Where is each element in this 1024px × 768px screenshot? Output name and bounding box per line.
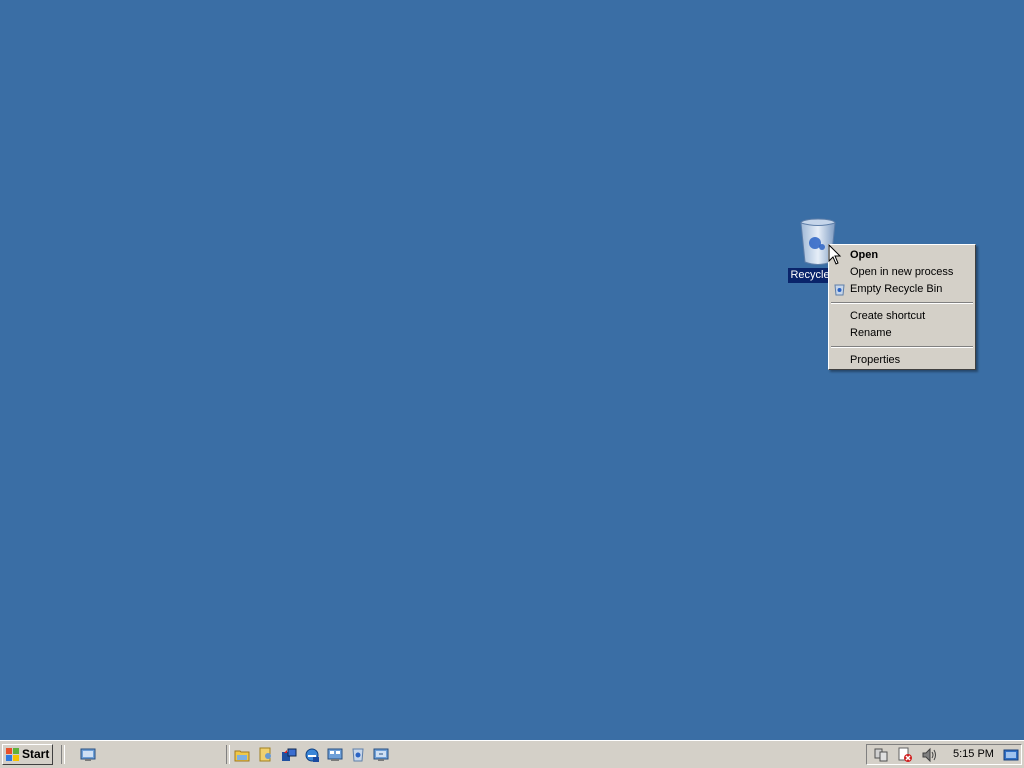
remote-desktop-icon[interactable] [373, 747, 389, 763]
mouse-cursor-icon [828, 243, 842, 266]
start-button[interactable]: Start [2, 744, 53, 765]
security-alert-icon[interactable] [897, 747, 913, 763]
menu-item-create-shortcut[interactable]: Create shortcut [829, 308, 975, 325]
windows-logo-icon [6, 748, 20, 761]
desktop[interactable]: Recycle Open Open in new process Empty R… [0, 0, 1024, 740]
volume-icon[interactable] [921, 747, 937, 763]
server-manager-icon[interactable] [281, 747, 297, 763]
explorer-icon[interactable] [234, 747, 250, 763]
context-menu: Open Open in new process Empty Recycle B… [828, 244, 976, 370]
menu-item-label: Empty Recycle Bin [850, 283, 943, 295]
desktop-tray-icon[interactable] [1003, 747, 1019, 763]
menu-item-open-in-new-process[interactable]: Open in new process [829, 264, 975, 281]
clock[interactable]: 5:15 PM [953, 745, 994, 764]
menu-item-properties[interactable]: Properties [829, 352, 975, 369]
menu-item-open[interactable]: Open [829, 247, 975, 264]
menu-item-empty-recycle-bin[interactable]: Empty Recycle Bin [829, 281, 975, 298]
console-icon[interactable] [327, 747, 343, 763]
taskbar-grip[interactable] [226, 745, 230, 764]
empty-recycle-bin-icon [833, 283, 846, 296]
menu-separator [831, 346, 973, 348]
network-icon[interactable] [873, 747, 889, 763]
internet-explorer-icon[interactable] [304, 747, 320, 763]
taskbar: Start 5:15 PM [0, 740, 1024, 768]
user-icon[interactable] [258, 747, 274, 763]
menu-separator [831, 302, 973, 304]
taskbar-grip[interactable] [61, 745, 65, 764]
recycle-icon[interactable] [350, 747, 366, 763]
menu-item-rename[interactable]: Rename [829, 325, 975, 342]
start-label: Start [22, 747, 50, 761]
show-desktop-icon[interactable] [80, 747, 96, 763]
system-tray: 5:15 PM [866, 744, 1022, 765]
desktop-icon-label[interactable]: Recycle [788, 268, 832, 283]
